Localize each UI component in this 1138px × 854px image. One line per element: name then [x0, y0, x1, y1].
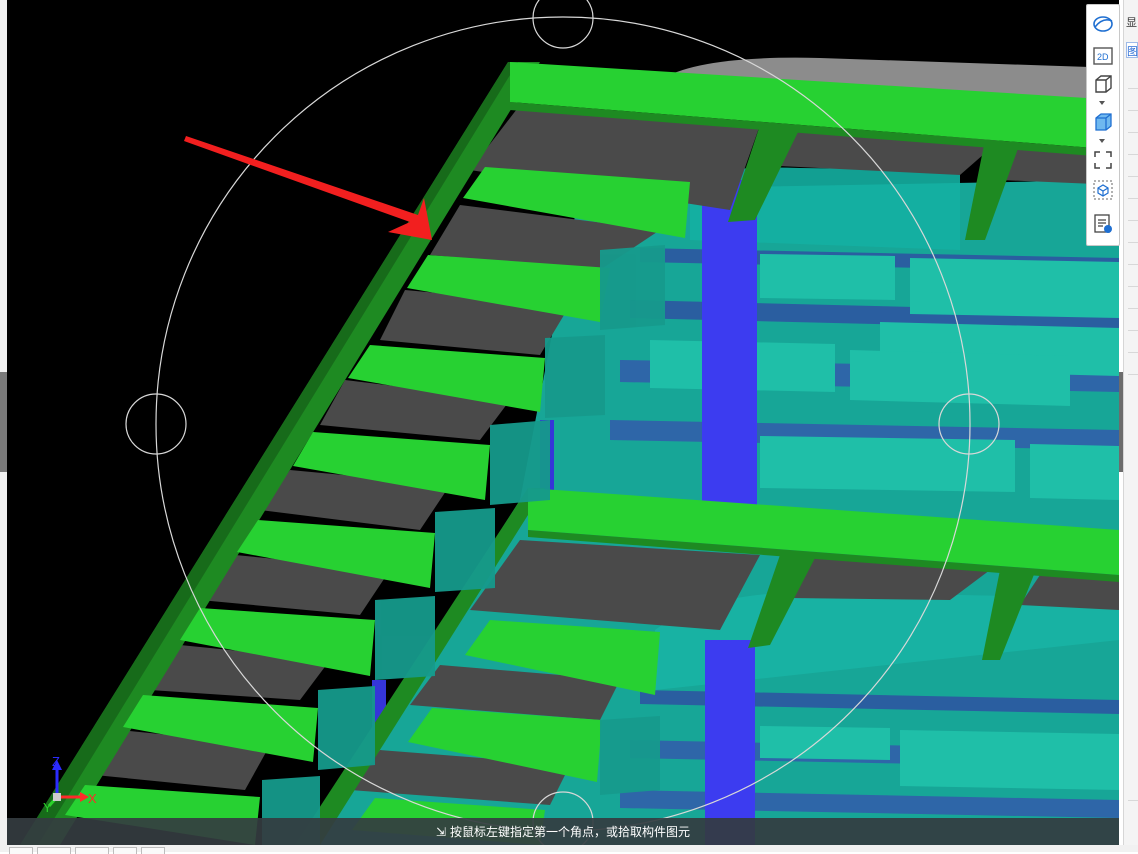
blue-column [702, 180, 757, 510]
properties-side-panel: 显 图 [1123, 0, 1138, 852]
3d-box-icon[interactable] [1092, 73, 1114, 95]
section-box-icon[interactable] [1092, 179, 1114, 201]
bottom-tab[interactable] [37, 847, 71, 854]
view-toolbar: 2D [1086, 4, 1120, 246]
orbit-icon[interactable] [1092, 13, 1114, 35]
y-axis-label: Y [43, 800, 52, 815]
bottom-tab[interactable] [141, 847, 165, 854]
3d-solid-box-icon[interactable] [1092, 111, 1114, 133]
corner-select-icon: ⇲ [435, 824, 447, 839]
command-status-bar: ⇲ 按鼠标左键指定第一个角点，或拾取构件图元 [7, 818, 1119, 845]
left-panel-collapse-handle[interactable] [0, 372, 7, 472]
z-axis-label: Z [52, 754, 60, 769]
x-axis-label: X [88, 791, 97, 806]
panel-tab-layers[interactable]: 图 [1126, 42, 1138, 58]
bottom-tab[interactable] [9, 847, 33, 854]
2d-view-icon[interactable]: 2D [1092, 45, 1114, 67]
3d-viewport[interactable]: Z X Y [7, 0, 1119, 845]
bottom-tab[interactable] [113, 847, 137, 854]
blue-column-lower [705, 640, 755, 845]
annotation-arrow [184, 136, 432, 240]
panel-tab-display[interactable]: 显 [1126, 14, 1137, 30]
3d-model-scene: Z X Y [20, 0, 1119, 845]
svg-text:2D: 2D [1097, 52, 1109, 62]
3d-box-dropdown-icon[interactable] [1099, 101, 1105, 105]
status-message: 按鼠标左键指定第一个角点，或拾取构件图元 [450, 825, 691, 839]
bottom-tab[interactable] [75, 847, 109, 854]
solid-box-dropdown-icon[interactable] [1099, 139, 1105, 143]
bottom-dock-strip [0, 845, 1138, 852]
properties-view-icon[interactable] [1092, 213, 1114, 235]
zoom-extents-icon[interactable] [1092, 149, 1114, 171]
